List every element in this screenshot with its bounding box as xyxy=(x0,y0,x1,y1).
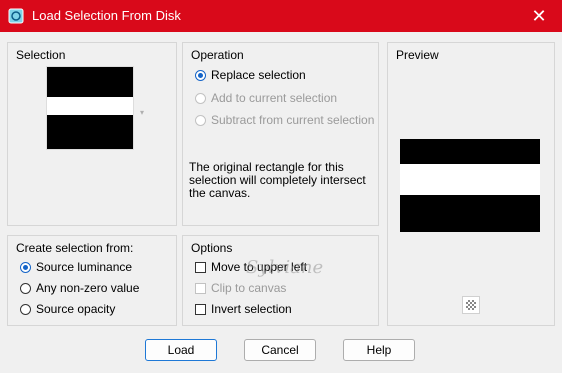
title-bar: Load Selection From Disk ✕ xyxy=(0,0,562,32)
preview-image xyxy=(400,139,540,232)
cancel-button[interactable]: Cancel xyxy=(244,339,316,361)
radio-icon xyxy=(195,93,206,104)
load-button[interactable]: Load xyxy=(145,339,217,361)
preview-group: Preview xyxy=(387,42,555,326)
options-group: Options Move to upper left Clip to canva… xyxy=(182,235,379,326)
checkbox-icon xyxy=(195,304,206,315)
close-button[interactable]: ✕ xyxy=(516,0,562,32)
help-button[interactable]: Help xyxy=(343,339,415,361)
selection-thumbnail[interactable] xyxy=(46,66,134,150)
dropdown-arrow-icon[interactable]: ▾ xyxy=(140,108,144,117)
radio-checked-icon xyxy=(195,70,206,81)
window-title: Load Selection From Disk xyxy=(32,8,181,23)
add-to-selection-radio[interactable]: Add to current selection xyxy=(195,90,337,106)
replace-selection-radio[interactable]: Replace selection xyxy=(195,67,306,83)
dialog-body: Selection ▾ Operation Replace selection … xyxy=(1,32,561,372)
invert-selection-checkbox[interactable]: Invert selection xyxy=(195,301,292,317)
operation-group-title: Operation xyxy=(191,48,244,62)
radio-icon xyxy=(20,304,31,315)
radio-icon xyxy=(195,115,206,126)
checkbox-icon xyxy=(195,262,206,273)
checkbox-icon xyxy=(195,283,206,294)
create-from-group: Create selection from: Source luminance … xyxy=(7,235,177,326)
source-luminance-radio[interactable]: Source luminance xyxy=(20,259,132,275)
source-opacity-radio[interactable]: Source opacity xyxy=(20,301,115,317)
subtract-selection-radio[interactable]: Subtract from current selection xyxy=(195,112,374,128)
selection-group-title: Selection xyxy=(16,48,66,62)
selection-group: Selection ▾ xyxy=(7,42,177,226)
operation-group: Operation Replace selection Add to curre… xyxy=(182,42,379,226)
checkerboard-icon[interactable] xyxy=(462,296,480,314)
any-non-zero-radio[interactable]: Any non-zero value xyxy=(20,280,139,296)
preview-group-title: Preview xyxy=(396,48,439,62)
radio-checked-icon xyxy=(20,262,31,273)
radio-icon xyxy=(20,283,31,294)
close-icon: ✕ xyxy=(531,6,547,26)
watermark: Sylviane xyxy=(246,257,324,278)
create-from-group-title: Create selection from: xyxy=(16,241,134,255)
clip-to-canvas-checkbox[interactable]: Clip to canvas xyxy=(195,280,286,296)
options-group-title: Options xyxy=(191,241,233,255)
operation-info-text: The original rectangle for this selectio… xyxy=(189,160,366,200)
app-icon xyxy=(8,8,24,24)
